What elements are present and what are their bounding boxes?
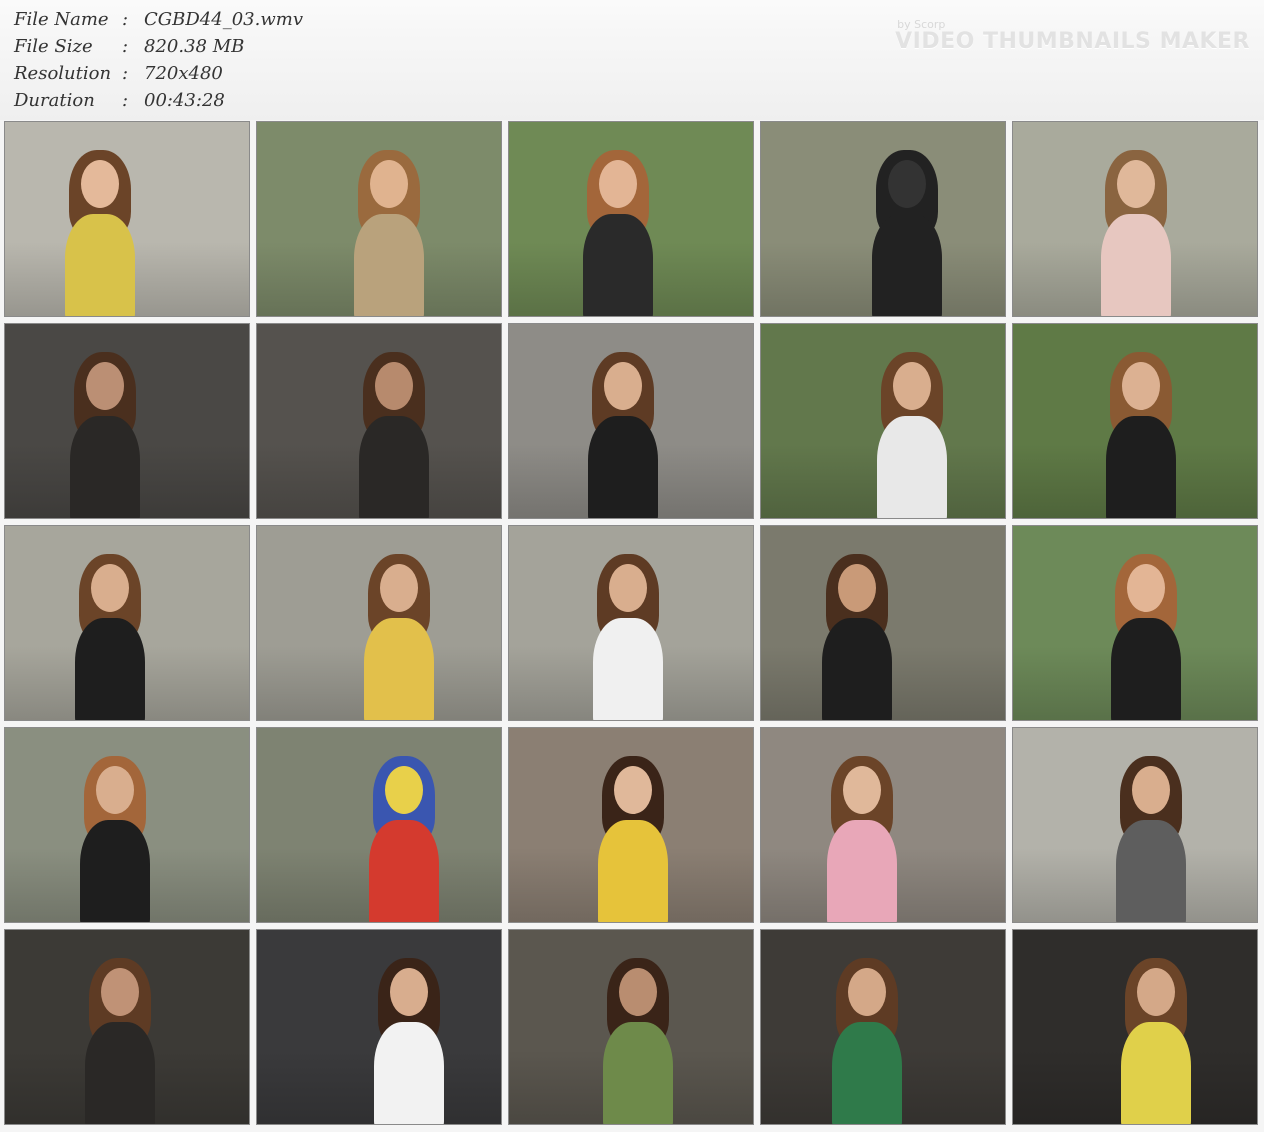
video-thumbnail[interactable] [4, 929, 250, 1125]
figure-body [359, 416, 429, 518]
figure-head [604, 362, 642, 410]
video-thumbnail[interactable] [1012, 929, 1258, 1125]
video-thumbnail[interactable] [4, 525, 250, 721]
figure-body [1106, 416, 1176, 518]
figure-head [1117, 160, 1155, 208]
video-thumbnail[interactable] [1012, 525, 1258, 721]
figure-head [609, 564, 647, 612]
figure-body [1116, 820, 1186, 922]
duration-sep: : [122, 90, 129, 111]
figure-body [65, 214, 135, 316]
figure-head [1127, 564, 1165, 612]
file-name-sep: : [122, 9, 129, 30]
figure-body [1101, 214, 1171, 316]
figure-body [354, 214, 424, 316]
video-thumbnail[interactable] [508, 929, 754, 1125]
figure-body [1111, 618, 1181, 720]
figure-body [877, 416, 947, 518]
file-name-value: CGBD44_03.wmv [144, 9, 303, 30]
figure-head [1137, 968, 1175, 1016]
file-size-value: 820.38 MB [144, 36, 245, 57]
figure-head [86, 362, 124, 410]
figure-head [375, 362, 413, 410]
video-thumbnail[interactable] [760, 525, 1006, 721]
watermark-title: VIDEO THUMBNAILS MAKER [895, 29, 1250, 54]
figure-body [598, 820, 668, 922]
file-size-row: File Size : 820.38 MB [14, 33, 303, 60]
watermark-logo: by Scorp VIDEO THUMBNAILS MAKER [895, 18, 1250, 53]
resolution-value: 720x480 [144, 63, 223, 84]
file-name-row: File Name : CGBD44_03.wmv [14, 6, 303, 33]
figure-head [91, 564, 129, 612]
figure-body [822, 618, 892, 720]
figure-head [1132, 766, 1170, 814]
figure-head [614, 766, 652, 814]
video-thumbnail[interactable] [508, 323, 754, 519]
figure-body [583, 214, 653, 316]
figure-body [588, 416, 658, 518]
figure-head [838, 564, 876, 612]
video-thumbnail[interactable] [4, 727, 250, 923]
video-thumbnail[interactable] [256, 323, 502, 519]
video-thumbnail[interactable] [4, 121, 250, 317]
video-thumbnail[interactable] [760, 121, 1006, 317]
file-info-table: File Name : CGBD44_03.wmv File Size : 82… [14, 6, 303, 114]
figure-head [81, 160, 119, 208]
figure-head [1122, 362, 1160, 410]
figure-head [848, 968, 886, 1016]
video-thumbnail[interactable] [508, 727, 754, 923]
figure-body [1121, 1022, 1191, 1124]
duration-value: 00:43:28 [144, 90, 225, 111]
figure-body [593, 618, 663, 720]
video-thumbnail[interactable] [1012, 727, 1258, 923]
figure-body [364, 618, 434, 720]
video-thumbnail[interactable] [1012, 323, 1258, 519]
video-thumbnail[interactable] [508, 121, 754, 317]
duration-row: Duration : 00:43:28 [14, 87, 303, 114]
figure-head [619, 968, 657, 1016]
duration-label: Duration [14, 90, 95, 111]
figure-body [872, 214, 942, 316]
file-name-label: File Name [14, 9, 109, 30]
figure-head [390, 968, 428, 1016]
video-thumbnail[interactable] [1012, 121, 1258, 317]
figure-body [369, 820, 439, 922]
resolution-sep: : [122, 63, 129, 84]
video-thumbnail[interactable] [508, 525, 754, 721]
figure-body [75, 618, 145, 720]
figure-head [101, 968, 139, 1016]
video-thumbnail[interactable] [760, 323, 1006, 519]
resolution-label: Resolution [14, 63, 112, 84]
video-thumbnail[interactable] [760, 727, 1006, 923]
figure-head [370, 160, 408, 208]
file-size-label: File Size [14, 36, 93, 57]
file-size-sep: : [122, 36, 129, 57]
video-thumbnail[interactable] [256, 525, 502, 721]
figure-body [827, 820, 897, 922]
figure-body [85, 1022, 155, 1124]
video-thumbnail[interactable] [256, 727, 502, 923]
video-thumbnail[interactable] [256, 929, 502, 1125]
thumbnail-grid [4, 121, 1262, 1127]
figure-body [603, 1022, 673, 1124]
video-thumbnail[interactable] [760, 929, 1006, 1125]
figure-head [888, 160, 926, 208]
figure-body [374, 1022, 444, 1124]
figure-head [96, 766, 134, 814]
figure-head [843, 766, 881, 814]
figure-head [380, 564, 418, 612]
resolution-row: Resolution : 720x480 [14, 60, 303, 87]
figure-head [599, 160, 637, 208]
figure-head [893, 362, 931, 410]
figure-body [70, 416, 140, 518]
figure-body [832, 1022, 902, 1124]
video-thumbnail[interactable] [4, 323, 250, 519]
video-thumbnail[interactable] [256, 121, 502, 317]
header-bar: File Name : CGBD44_03.wmv File Size : 82… [0, 0, 1264, 120]
figure-body [80, 820, 150, 922]
figure-head [385, 766, 423, 814]
